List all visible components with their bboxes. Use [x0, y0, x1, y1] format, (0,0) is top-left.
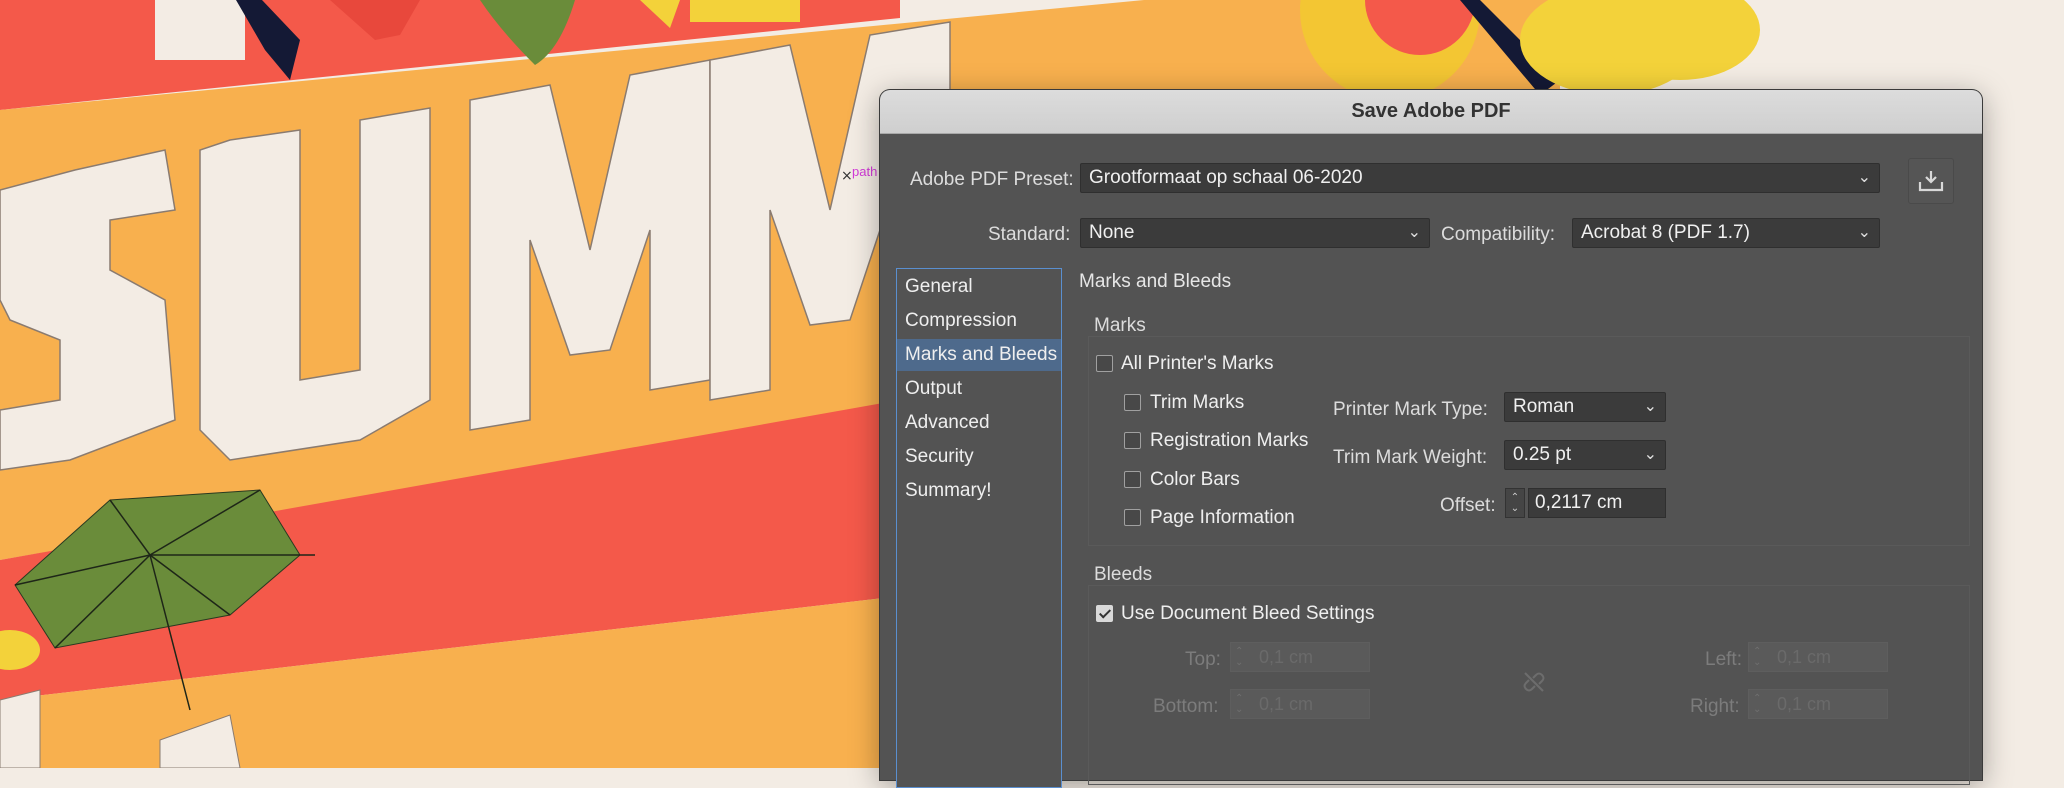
printer-mark-type-label: Printer Mark Type:: [1333, 399, 1488, 420]
bleed-right-value: 0,1 cm: [1777, 694, 1832, 714]
sidebar-item-security[interactable]: Security: [897, 441, 1061, 473]
bleed-top-label: Top:: [1185, 649, 1221, 670]
preset-label: Adobe PDF Preset:: [910, 169, 1074, 190]
page-information-label: Page Information: [1150, 507, 1295, 528]
bleed-top-input: ⌃ ⌄ 0,1 cm: [1230, 642, 1370, 672]
bleed-bottom-stepper: ⌃ ⌄: [1235, 693, 1244, 715]
bleed-top-value: 0,1 cm: [1259, 647, 1314, 667]
registration-marks-checkbox[interactable]: [1124, 432, 1141, 449]
bleed-top-stepper: ⌃ ⌄: [1235, 646, 1244, 668]
panel-title: Marks and Bleeds: [1079, 271, 1232, 292]
link-bleeds-icon: [1523, 672, 1545, 692]
use-document-bleed-label: Use Document Bleed Settings: [1121, 603, 1375, 624]
standard-label: Standard:: [988, 224, 1071, 245]
marks-group-title: Marks: [1094, 315, 1146, 336]
printer-mark-type-select[interactable]: Roman ⌄: [1504, 392, 1666, 422]
trim-mark-weight-select[interactable]: 0.25 pt ⌄: [1504, 440, 1666, 470]
path-label: path: [852, 164, 878, 179]
standard-select[interactable]: None ⌄: [1080, 218, 1430, 248]
bleed-right-stepper: ⌃ ⌄: [1753, 693, 1762, 715]
bleed-bottom-label: Bottom:: [1153, 696, 1219, 717]
sidebar-item-general[interactable]: General: [897, 271, 1061, 303]
color-bars-label: Color Bars: [1150, 469, 1240, 490]
bleed-right-label: Right:: [1690, 696, 1740, 717]
trim-marks-label: Trim Marks: [1150, 392, 1245, 413]
chevron-down-icon: ⌄: [1643, 446, 1657, 463]
bleed-bottom-value: 0,1 cm: [1259, 694, 1314, 714]
preset-value: Grootformaat op schaal 06-2020: [1089, 167, 1363, 188]
page-information-checkbox[interactable]: [1124, 509, 1141, 526]
offset-label: Offset:: [1440, 495, 1496, 516]
compatibility-label: Compatibility:: [1441, 224, 1556, 245]
sidebar-item-output[interactable]: Output: [897, 373, 1061, 405]
bleed-bottom-input: ⌃ ⌄ 0,1 cm: [1230, 689, 1370, 719]
preset-select[interactable]: Grootformaat op schaal 06-2020 ⌄: [1080, 163, 1880, 193]
save-preset-button[interactable]: [1908, 158, 1954, 204]
trim-mark-weight-value: 0.25 pt: [1513, 444, 1572, 465]
bleed-left-label: Left:: [1705, 649, 1742, 670]
offset-stepper[interactable]: ⌃ ⌄: [1505, 488, 1525, 518]
bleeds-group-title: Bleeds: [1094, 564, 1153, 585]
download-icon: [1918, 171, 1944, 192]
sidebar-item-compression[interactable]: Compression: [897, 305, 1061, 337]
bleed-left-stepper: ⌃ ⌄: [1753, 646, 1762, 668]
dialog-title: Save Adobe PDF: [880, 90, 1982, 134]
bleed-left-value: 0,1 cm: [1777, 647, 1832, 667]
sidebar-item-summary[interactable]: Summary!: [897, 475, 1061, 507]
all-printers-marks-checkbox[interactable]: [1096, 355, 1113, 372]
chevron-down-icon: ⌄: [1857, 169, 1871, 186]
chevron-down-icon: ⌄: [1407, 224, 1421, 241]
sidebar-item-advanced[interactable]: Advanced: [897, 407, 1061, 439]
bleed-left-input: ⌃ ⌄ 0,1 cm: [1748, 642, 1888, 672]
printer-mark-type-value: Roman: [1513, 396, 1575, 417]
standard-value: None: [1089, 222, 1135, 243]
compatibility-value: Acrobat 8 (PDF 1.7): [1581, 222, 1750, 243]
trim-mark-weight-label: Trim Mark Weight:: [1333, 447, 1488, 468]
chevron-down-icon: ⌄: [1643, 398, 1657, 415]
color-bars-checkbox[interactable]: [1124, 471, 1141, 488]
offset-input[interactable]: 0,2117 cm: [1528, 488, 1666, 518]
path-anchor-icon: ×: [841, 168, 853, 184]
chevron-down-icon: ⌄: [1857, 224, 1871, 241]
trim-marks-checkbox[interactable]: [1124, 394, 1141, 411]
bleed-right-input: ⌃ ⌄ 0,1 cm: [1748, 689, 1888, 719]
save-adobe-pdf-dialog: Save Adobe PDF Adobe PDF Preset: Grootfo…: [880, 90, 1982, 788]
registration-marks-label: Registration Marks: [1150, 430, 1309, 451]
compatibility-select[interactable]: Acrobat 8 (PDF 1.7) ⌄: [1572, 218, 1880, 248]
sidebar-item-marks-and-bleeds[interactable]: Marks and Bleeds: [897, 339, 1061, 371]
all-printers-marks-label: All Printer's Marks: [1121, 353, 1274, 374]
category-sidebar: General Compression Marks and Bleeds Out…: [896, 268, 1062, 788]
use-document-bleed-checkbox[interactable]: [1096, 605, 1113, 622]
